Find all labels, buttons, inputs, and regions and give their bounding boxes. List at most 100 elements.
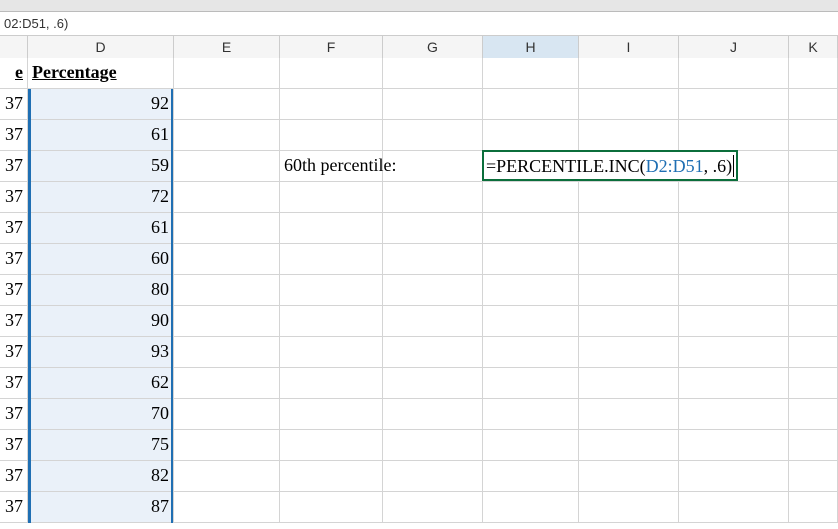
cell[interactable]: 72 <box>28 182 174 213</box>
cell[interactable] <box>174 368 280 399</box>
cell[interactable]: 37 <box>0 461 28 492</box>
cell[interactable] <box>679 430 789 461</box>
cell[interactable]: 37 <box>0 120 28 151</box>
cell[interactable] <box>383 244 483 275</box>
cell[interactable] <box>383 306 483 337</box>
cell[interactable] <box>383 58 483 89</box>
cell[interactable] <box>483 306 579 337</box>
formula-bar[interactable]: 02:D51, .6) <box>0 12 838 36</box>
cell[interactable] <box>483 368 579 399</box>
cell[interactable] <box>174 306 280 337</box>
column-header-k[interactable]: K <box>789 36 838 58</box>
cell[interactable] <box>579 430 679 461</box>
cell[interactable]: 59 <box>28 151 174 182</box>
cell[interactable] <box>383 337 483 368</box>
cell[interactable] <box>280 368 383 399</box>
column-header-h[interactable]: H <box>483 36 579 58</box>
cell[interactable] <box>383 275 483 306</box>
cell[interactable] <box>483 213 579 244</box>
cell[interactable] <box>789 306 838 337</box>
cell[interactable] <box>280 275 383 306</box>
cell[interactable]: 92 <box>28 89 174 120</box>
cell[interactable] <box>383 89 483 120</box>
cell[interactable] <box>280 430 383 461</box>
cell[interactable] <box>483 58 579 89</box>
cell[interactable] <box>679 275 789 306</box>
cell[interactable]: 75 <box>28 430 174 461</box>
cell[interactable] <box>679 244 789 275</box>
cell[interactable] <box>579 368 679 399</box>
cell[interactable] <box>789 213 838 244</box>
cell[interactable]: 37 <box>0 337 28 368</box>
cell[interactable] <box>280 337 383 368</box>
cell[interactable] <box>579 120 679 151</box>
cell[interactable] <box>174 337 280 368</box>
formula-editor[interactable]: =PERCENTILE.INC(D2:D51, .6) <box>482 150 738 181</box>
column-header-d[interactable]: D <box>28 36 174 58</box>
cell[interactable]: 37 <box>0 182 28 213</box>
cell[interactable]: 87 <box>28 492 174 523</box>
cell[interactable] <box>280 120 383 151</box>
cell[interactable] <box>579 306 679 337</box>
cell[interactable] <box>679 182 789 213</box>
cell[interactable] <box>679 337 789 368</box>
cell[interactable] <box>483 337 579 368</box>
cell[interactable]: e <box>0 58 28 89</box>
cell[interactable]: 80 <box>28 275 174 306</box>
cell[interactable] <box>679 213 789 244</box>
cell[interactable] <box>483 275 579 306</box>
cell[interactable] <box>679 58 789 89</box>
cell[interactable]: 90 <box>28 306 174 337</box>
cell[interactable]: 37 <box>0 306 28 337</box>
cell[interactable] <box>174 89 280 120</box>
cell[interactable] <box>280 58 383 89</box>
cell[interactable] <box>383 120 483 151</box>
cell[interactable] <box>679 120 789 151</box>
cell[interactable]: 61 <box>28 213 174 244</box>
cell[interactable] <box>174 492 280 523</box>
cell[interactable] <box>383 430 483 461</box>
cell[interactable]: 37 <box>0 430 28 461</box>
cell[interactable] <box>579 89 679 120</box>
cell[interactable]: 37 <box>0 399 28 430</box>
cell[interactable] <box>789 430 838 461</box>
cell[interactable] <box>679 492 789 523</box>
cell[interactable] <box>174 430 280 461</box>
column-header-f[interactable]: F <box>280 36 383 58</box>
cell[interactable] <box>483 244 579 275</box>
cell[interactable] <box>174 399 280 430</box>
cell[interactable]: 62 <box>28 368 174 399</box>
cell[interactable]: 37 <box>0 275 28 306</box>
cell[interactable] <box>383 492 483 523</box>
cell[interactable] <box>789 275 838 306</box>
cell[interactable]: 37 <box>0 492 28 523</box>
cell[interactable] <box>579 399 679 430</box>
cell[interactable] <box>483 89 579 120</box>
cell[interactable] <box>280 89 383 120</box>
cell[interactable] <box>789 337 838 368</box>
cell[interactable] <box>579 492 679 523</box>
cell[interactable] <box>280 461 383 492</box>
cell[interactable] <box>174 120 280 151</box>
cell[interactable] <box>789 461 838 492</box>
cell[interactable] <box>789 182 838 213</box>
cell[interactable] <box>679 461 789 492</box>
cell[interactable] <box>174 58 280 89</box>
cell[interactable] <box>579 182 679 213</box>
cell[interactable] <box>789 151 838 182</box>
column-header-i[interactable]: I <box>579 36 679 58</box>
cell[interactable] <box>579 461 679 492</box>
column-header-g[interactable]: G <box>383 36 483 58</box>
cell[interactable] <box>280 492 383 523</box>
cell[interactable]: 37 <box>0 89 28 120</box>
cell[interactable] <box>383 182 483 213</box>
cell[interactable] <box>280 213 383 244</box>
cell[interactable]: 70 <box>28 399 174 430</box>
cell[interactable] <box>789 120 838 151</box>
cell[interactable]: Percentage <box>28 58 174 89</box>
cell[interactable] <box>280 182 383 213</box>
cell[interactable] <box>679 399 789 430</box>
cell[interactable] <box>280 244 383 275</box>
cell[interactable] <box>483 461 579 492</box>
cell[interactable] <box>483 430 579 461</box>
